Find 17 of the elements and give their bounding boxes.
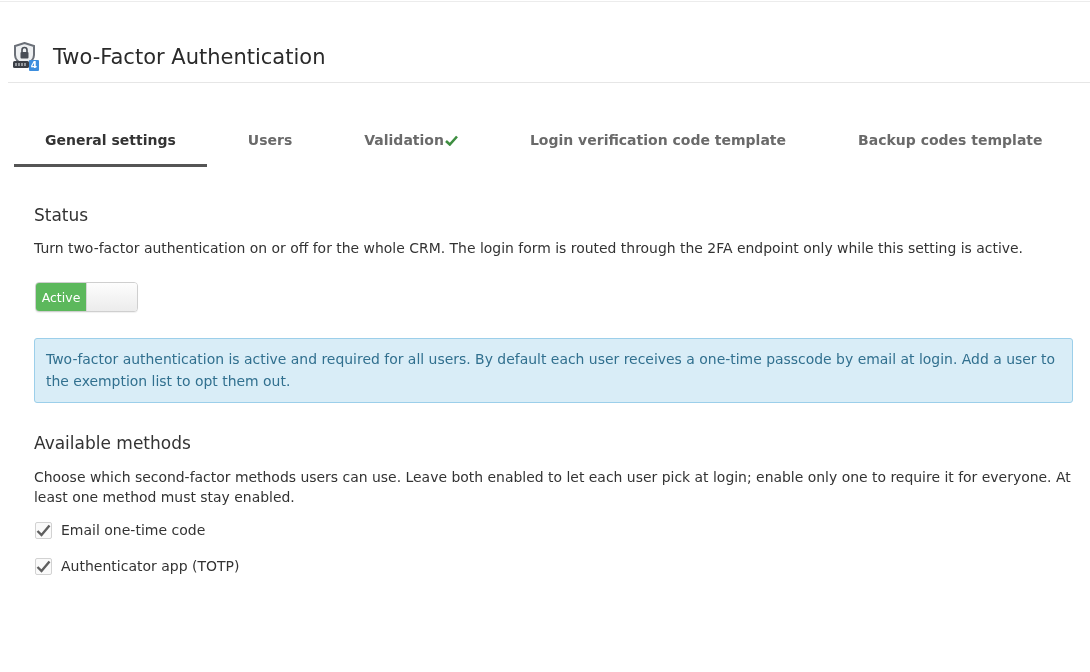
- info-alert: Two-factor authentication is active and required for all users. By default each user receives a one-time passcode by email at login. Add a user to the exemption list to opt them out.: [34, 338, 1073, 403]
- option-label: Authenticator app (TOTP): [61, 558, 240, 574]
- tab[interactable]: Validation: [333, 114, 489, 167]
- tab[interactable]: Users: [216, 114, 324, 167]
- tab[interactable]: General settings: [14, 114, 207, 167]
- section-heading: Available methods: [34, 432, 192, 455]
- tab[interactable]: Backup codes template: [827, 114, 1074, 167]
- section-description: Turn two-factor authentication on or off for the whole CRM. The login form is routed through the 2FA endpoint only while this setting is active.: [34, 239, 1025, 258]
- checkbox[interactable]: [35, 557, 52, 575]
- page-title: Two-Factor Authentication: [53, 43, 326, 71]
- checkbox[interactable]: [35, 521, 52, 539]
- version-badge: 4: [29, 60, 39, 71]
- section-description: Choose which second-factor methods users can use. Leave both enabled to let each user pick at login; enable only one to require it for everyone. At least one method must stay enabled.: [34, 468, 1072, 507]
- option-label: Email one-time code: [61, 522, 206, 538]
- shield-lock-icon: [12, 42, 37, 69]
- section-heading: Status: [34, 204, 90, 227]
- tab[interactable]: Login verification code template: [498, 114, 818, 167]
